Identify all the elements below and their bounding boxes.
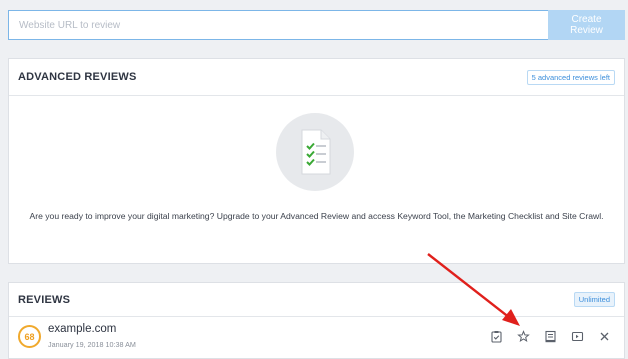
reviews-title: REVIEWS [18, 293, 71, 306]
site-name-link[interactable]: example.com [48, 323, 116, 335]
close-icon[interactable] [597, 329, 612, 344]
clipboard-check-icon[interactable] [489, 329, 504, 344]
advanced-reviews-header: ADVANCED REVIEWS 5 advanced reviews left [9, 59, 624, 96]
star-icon[interactable] [516, 329, 531, 344]
report-icon[interactable] [543, 329, 558, 344]
reviews-header: REVIEWS Unlimited [9, 283, 624, 317]
create-review-button[interactable]: Create Review [548, 10, 625, 40]
website-url-input[interactable] [8, 10, 548, 40]
advanced-reviews-title: ADVANCED REVIEWS [18, 71, 137, 83]
export-icon[interactable] [570, 329, 585, 344]
checklist-document-icon [276, 113, 354, 191]
advanced-reviews-panel: ADVANCED REVIEWS 5 advanced reviews left… [8, 58, 625, 264]
review-actions [489, 329, 612, 344]
score-badge: 68 [18, 325, 41, 348]
review-date: January 19, 2018 10:38 AM [48, 340, 136, 349]
unlimited-badge: Unlimited [573, 292, 615, 307]
url-review-bar: Create Review [8, 10, 625, 42]
reviews-panel: REVIEWS Unlimited 68 example.com January… [8, 282, 625, 359]
review-row[interactable]: 68 example.com January 19, 2018 10:38 AM [9, 317, 624, 357]
upgrade-message: Are you ready to improve your digital ma… [29, 211, 604, 221]
advanced-reviews-left-badge: 5 advanced reviews left [526, 69, 615, 85]
